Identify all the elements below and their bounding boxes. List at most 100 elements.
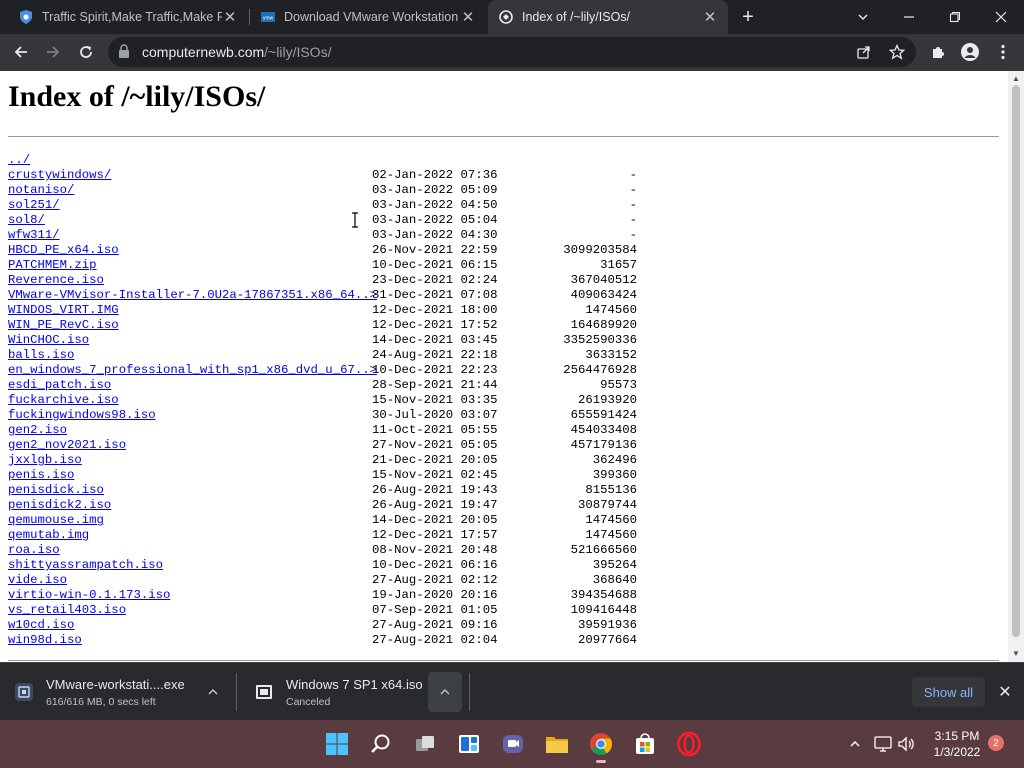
download-item-vmware[interactable]: VMware-workstati....exe 616/616 MB, 0 se… (14, 671, 236, 713)
network-monitor-icon[interactable] (873, 734, 893, 754)
tab-close-icon[interactable]: ✕ (222, 9, 238, 26)
parent-directory-link[interactable]: ../ (8, 153, 30, 168)
profile-avatar-icon[interactable] (956, 38, 984, 66)
file-link[interactable]: shittyassrampatch.iso (8, 558, 163, 573)
file-link[interactable]: penis.iso (8, 468, 74, 483)
file-size: 395264 (592, 558, 637, 572)
url-host: computernewb.com (142, 44, 265, 60)
file-link[interactable]: penisdick2.iso (8, 498, 111, 513)
download-options-chevron-up-icon[interactable] (196, 672, 230, 712)
file-size: 399360 (592, 468, 637, 482)
windows-start-icon[interactable] (321, 728, 353, 760)
file-link[interactable]: en_windows_7_professional_with_sp1_x86_d… (8, 363, 377, 378)
file-link[interactable]: WINDOS_VIRT.IMG (8, 303, 119, 318)
extensions-puzzle-icon[interactable] (924, 38, 952, 66)
bookmark-star-icon[interactable] (887, 42, 907, 62)
bottom-divider (8, 660, 999, 661)
file-link[interactable]: crustywindows/ (8, 168, 111, 183)
file-link[interactable]: qemumouse.img (8, 513, 104, 528)
file-link[interactable]: roa.iso (8, 543, 60, 558)
file-link[interactable]: jxxlgb.iso (8, 453, 82, 468)
file-link[interactable]: gen2_nov2021.iso (8, 438, 126, 453)
download-item-windows7[interactable]: Windows 7 SP1 x64.iso Canceled (254, 671, 470, 713)
tab-title: Traffic Spirit,Make Traffic,Make Free (42, 10, 222, 24)
file-size: 31657 (600, 258, 637, 272)
file-size: 655591424 (570, 408, 637, 422)
new-tab-button[interactable]: + (736, 5, 760, 29)
file-link[interactable]: Reverence.iso (8, 273, 104, 288)
file-link[interactable]: gen2.iso (8, 423, 67, 438)
file-link[interactable]: sol251/ (8, 198, 60, 213)
file-link[interactable]: esdi_patch.iso (8, 378, 111, 393)
teams-chat-icon[interactable] (497, 728, 529, 760)
file-link[interactable]: penisdick.iso (8, 483, 104, 498)
menu-kebab-icon[interactable] (989, 38, 1017, 66)
file-link[interactable]: WIN_PE_RevC.iso (8, 318, 119, 333)
download-shelf: VMware-workstati....exe 616/616 MB, 0 se… (0, 662, 1024, 720)
tab-vmware-download[interactable]: vmw Download VMware Workstation Pro ✕ (250, 0, 486, 34)
widgets-icon[interactable] (453, 728, 485, 760)
file-size: 1474560 (585, 303, 637, 317)
close-download-shelf-icon[interactable]: ✕ (994, 681, 1016, 703)
chrome-browser-icon[interactable] (585, 728, 617, 763)
tab-traffic-spirit[interactable]: Traffic Spirit,Make Traffic,Make Free ✕ (8, 0, 248, 34)
tab-index-lily-isos[interactable]: Index of /~lily/ISOs/ ✕ (488, 0, 728, 34)
task-view-icon[interactable] (409, 728, 441, 760)
file-size: 3633152 (585, 348, 637, 362)
browser-toolbar: computernewb.com/~lily/ISOs/ (0, 34, 1024, 71)
reload-icon[interactable] (72, 38, 100, 66)
vertical-scrollbar[interactable]: ▲ ▼ (1008, 71, 1024, 662)
minimize-icon[interactable] (886, 0, 932, 34)
file-link[interactable]: win98d.iso (8, 633, 82, 648)
tab-search-chevron-down-icon[interactable] (840, 0, 886, 34)
search-icon[interactable] (365, 728, 397, 760)
file-link[interactable]: vide.iso (8, 573, 67, 588)
file-link[interactable]: notaniso/ (8, 183, 74, 198)
file-link[interactable]: fuckarchive.iso (8, 393, 119, 408)
tab-close-icon[interactable]: ✕ (702, 9, 718, 26)
url-text[interactable]: computernewb.com/~lily/ISOs/ (142, 44, 331, 60)
file-link[interactable]: sol8/ (8, 213, 45, 228)
address-bar[interactable]: computernewb.com/~lily/ISOs/ (108, 37, 916, 67)
file-link[interactable]: WinCHOC.iso (8, 333, 89, 348)
microsoft-store-icon[interactable] (629, 728, 661, 760)
file-size: 454033408 (570, 423, 637, 437)
file-size: - (629, 228, 637, 242)
file-link[interactable]: w10cd.iso (8, 618, 74, 633)
file-link[interactable]: fuckingwindows98.iso (8, 408, 156, 423)
show-all-downloads-button[interactable]: Show all (912, 677, 985, 707)
file-link[interactable]: HBCD_PE_x64.iso (8, 243, 119, 258)
back-arrow-icon[interactable] (7, 38, 35, 66)
scroll-up-arrow-icon[interactable]: ▲ (1012, 75, 1020, 83)
svg-text:vmw: vmw (263, 16, 274, 22)
download-filename: VMware-workstati....exe (46, 676, 185, 692)
tab-close-icon[interactable]: ✕ (460, 9, 476, 26)
file-link[interactable]: wfw311/ (8, 228, 60, 243)
taskbar: 3:15 PM 1/3/2022 2 (0, 720, 1024, 768)
file-link[interactable]: VMware-VMvisor-Installer-7.0U2a-17867351… (8, 288, 377, 303)
file-explorer-folder-icon[interactable] (541, 728, 573, 760)
file-link[interactable]: vs_retail403.iso (8, 603, 126, 618)
forward-arrow-icon[interactable] (39, 38, 67, 66)
taskbar-clock[interactable]: 3:15 PM 1/3/2022 (926, 728, 988, 760)
notification-count-badge[interactable]: 2 (988, 735, 1004, 751)
file-link[interactable]: qemutab.img (8, 528, 89, 543)
file-link[interactable]: PATCHMEM.zip (8, 258, 97, 273)
show-hidden-icons-chevron-up-icon[interactable] (845, 734, 865, 754)
scrollbar-thumb[interactable] (1012, 85, 1020, 637)
file-size: 95573 (600, 378, 637, 392)
file-link[interactable]: balls.iso (8, 348, 74, 363)
file-size: 1474560 (585, 513, 637, 527)
opera-browser-icon[interactable] (673, 728, 705, 760)
download-separator (469, 673, 470, 711)
file-size: - (629, 213, 637, 227)
window-close-icon[interactable] (978, 0, 1024, 34)
restore-icon[interactable] (932, 0, 978, 34)
download-options-chevron-up-icon[interactable] (428, 672, 462, 712)
file-link[interactable]: virtio-win-0.1.173.iso (8, 588, 170, 603)
lock-icon[interactable] (118, 44, 130, 64)
scroll-down-arrow-icon[interactable]: ▼ (1012, 650, 1020, 658)
share-icon[interactable] (854, 42, 874, 62)
volume-speaker-icon[interactable] (897, 734, 917, 754)
url-path: /~lily/ISOs/ (264, 44, 332, 60)
